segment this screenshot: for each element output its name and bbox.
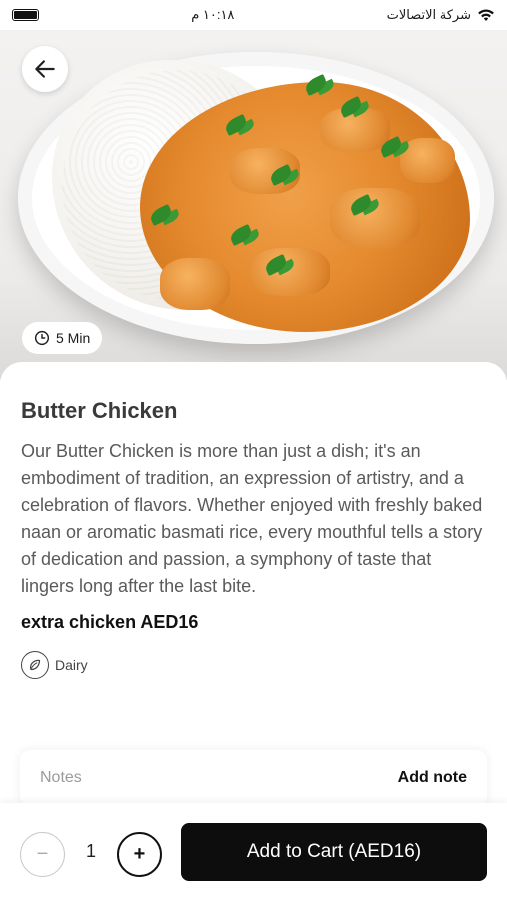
clock-icon bbox=[34, 330, 50, 346]
dish-title: Butter Chicken bbox=[21, 398, 178, 423]
allergen-dairy: Dairy bbox=[21, 651, 486, 679]
carrier-name: شركة الاتصالات bbox=[386, 7, 471, 22]
add-note-button[interactable]: Add note bbox=[398, 769, 467, 787]
allergen-label: Dairy bbox=[55, 657, 88, 673]
cart-bar: − 1 + Add to Cart (AED16) bbox=[0, 803, 507, 900]
add-to-cart-button[interactable]: Add to Cart (AED16) bbox=[181, 823, 487, 881]
prep-time-text: 5 Min bbox=[56, 330, 91, 346]
battery-icon bbox=[12, 9, 39, 21]
dish-details: Butter Chicken Our Butter Chicken is mor… bbox=[0, 362, 507, 802]
notes-label: Notes bbox=[40, 769, 82, 786]
arrow-left-icon bbox=[35, 60, 55, 78]
wifi-icon bbox=[478, 9, 494, 21]
dairy-icon bbox=[21, 651, 49, 679]
quantity-decrease-button[interactable]: − bbox=[20, 832, 65, 877]
status-bar: ١٠:١٨ م شركة الاتصالات bbox=[0, 0, 507, 30]
back-button[interactable] bbox=[22, 46, 68, 92]
extra-option: extra chicken AED16 bbox=[21, 612, 199, 632]
prep-time-badge: 5 Min bbox=[22, 322, 103, 354]
status-time: ١٠:١٨ م bbox=[191, 7, 235, 22]
notes-card[interactable]: Notes Add note bbox=[20, 750, 487, 806]
dish-description: Our Butter Chicken is more than just a d… bbox=[21, 441, 483, 596]
quantity-increase-button[interactable]: + bbox=[117, 832, 162, 877]
quantity-value: 1 bbox=[85, 841, 96, 861]
